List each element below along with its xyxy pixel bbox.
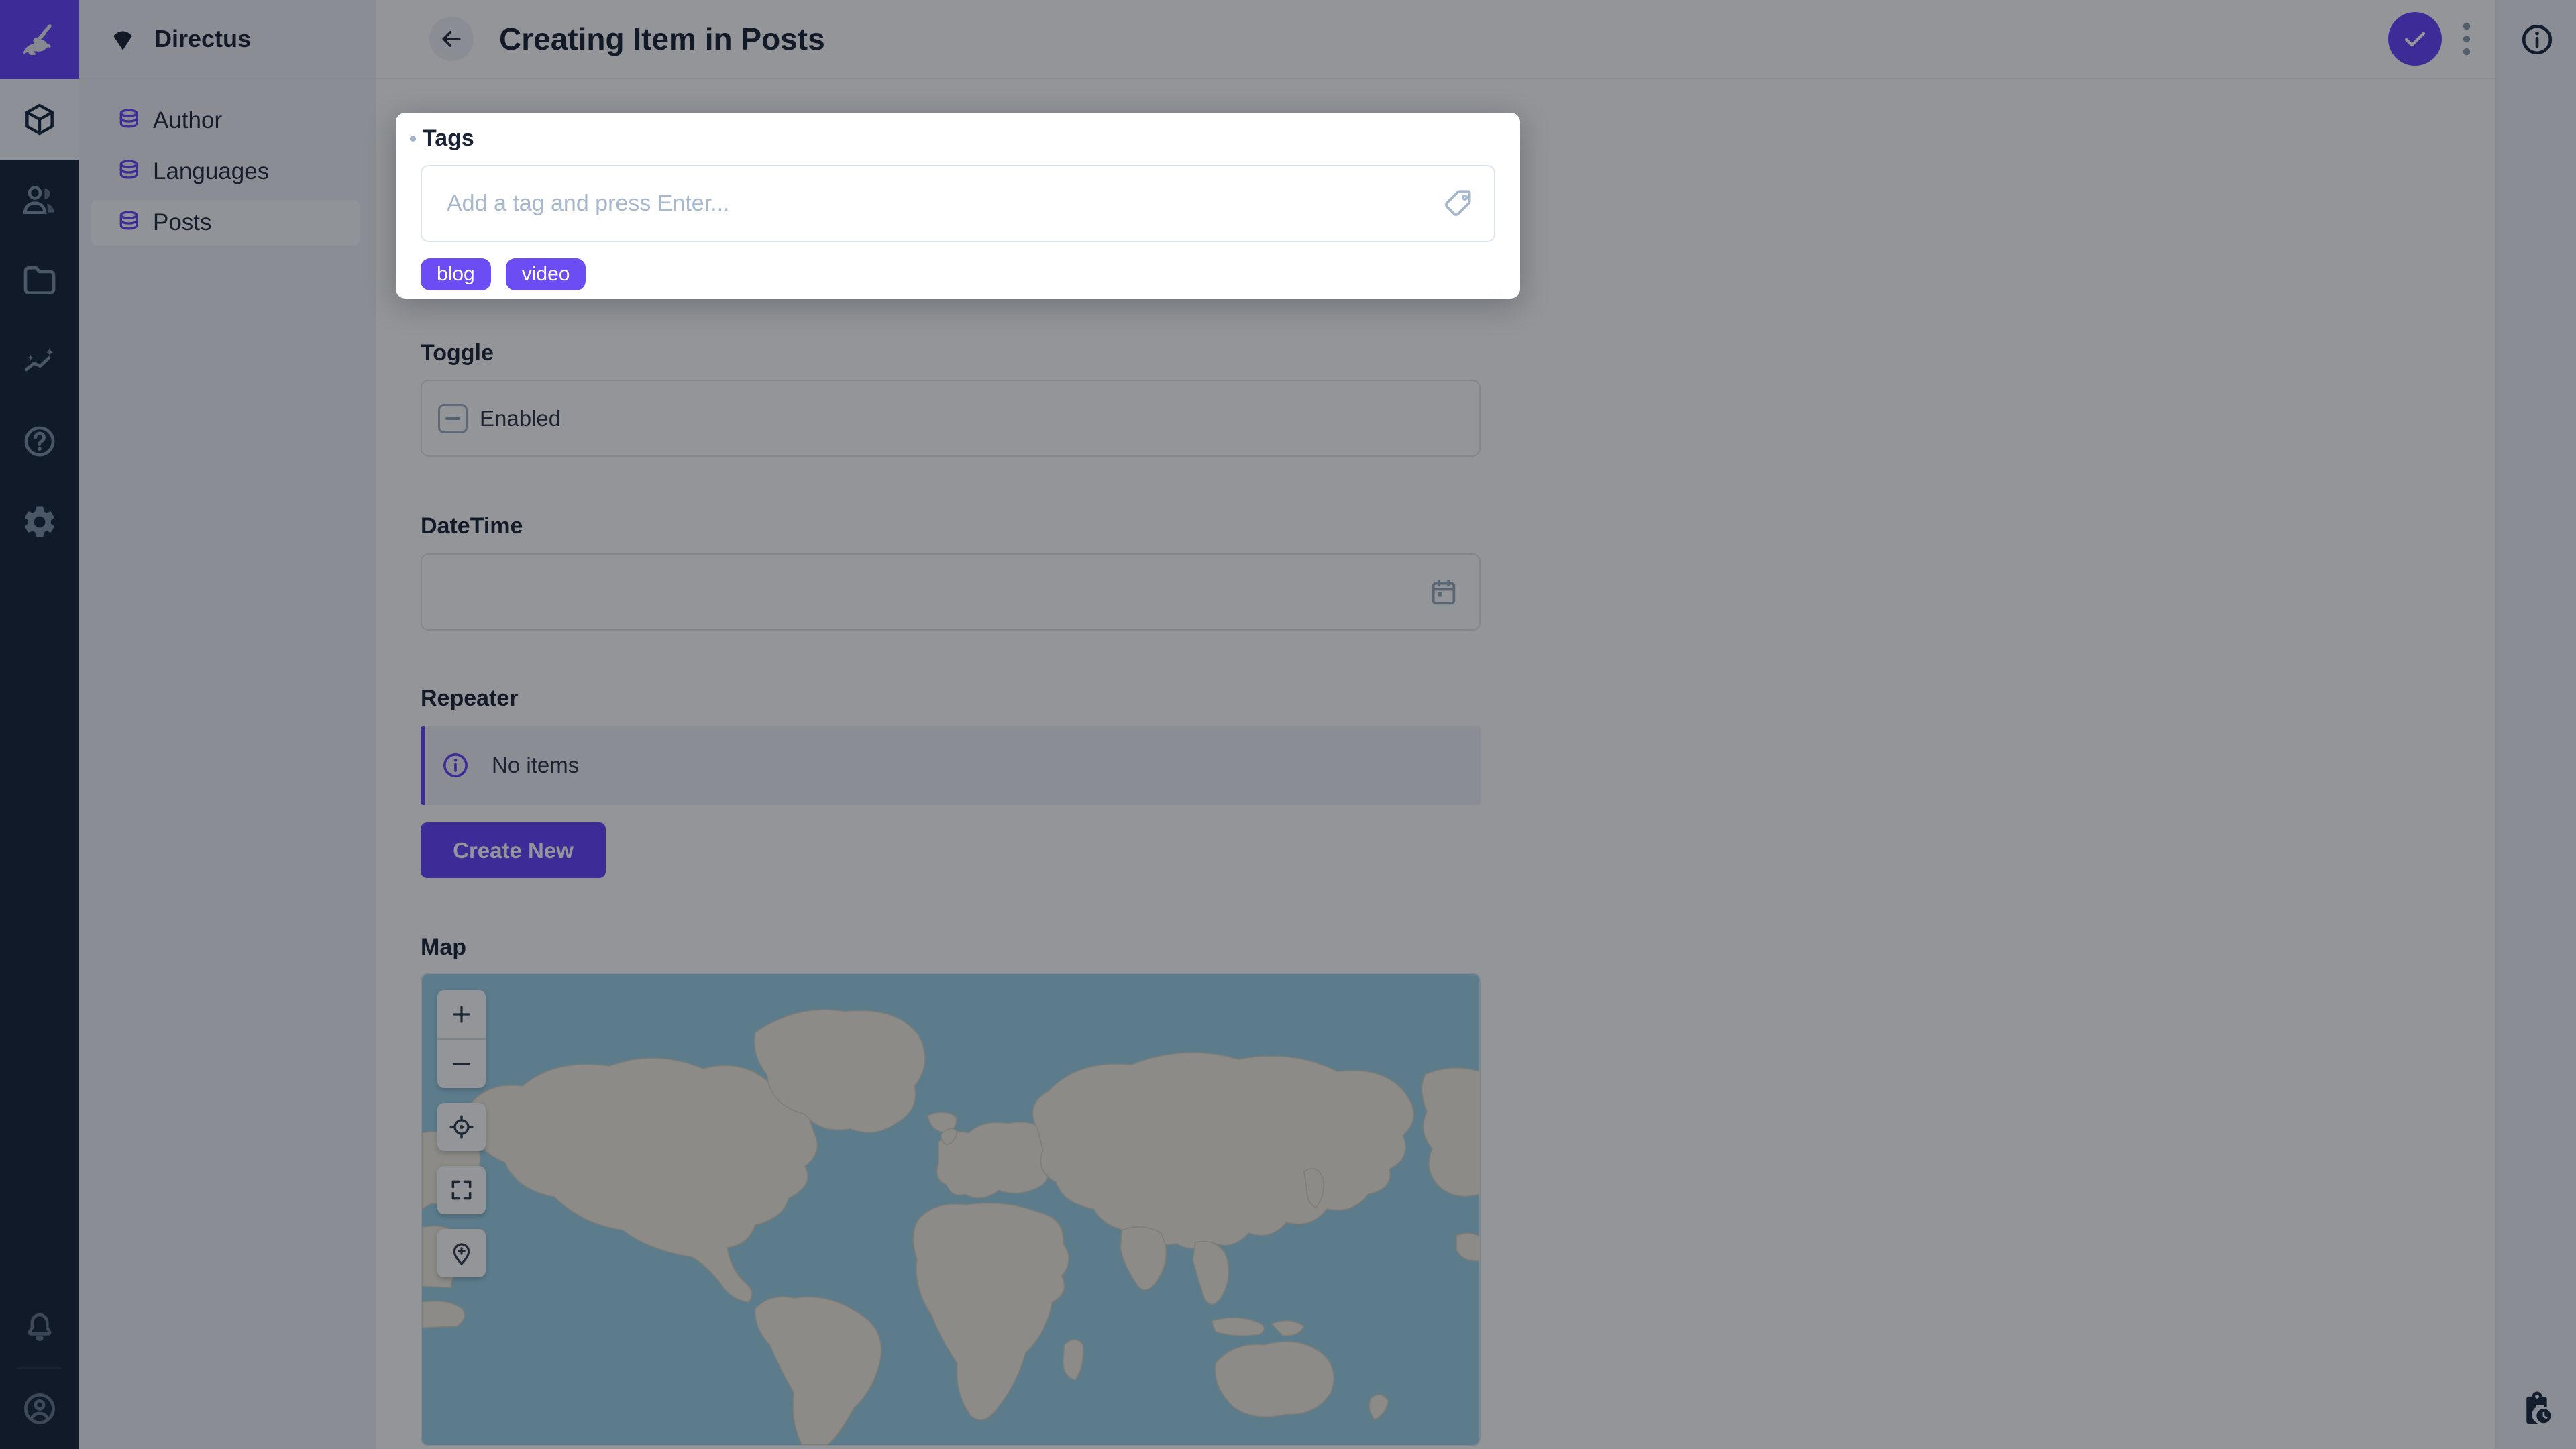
field-edited-dot: [410, 136, 416, 142]
tags-chip-list: blog video: [421, 258, 1495, 290]
tags-label-row: Tags: [421, 125, 1495, 152]
tags-field-label: Tags: [423, 125, 474, 152]
tag-chip-blog[interactable]: blog: [421, 258, 491, 290]
tags-input[interactable]: [421, 165, 1495, 242]
tags-field-panel: Tags blog video: [396, 113, 1520, 299]
tags-input-wrap: [421, 165, 1495, 242]
tag-chip-video[interactable]: video: [506, 258, 586, 290]
